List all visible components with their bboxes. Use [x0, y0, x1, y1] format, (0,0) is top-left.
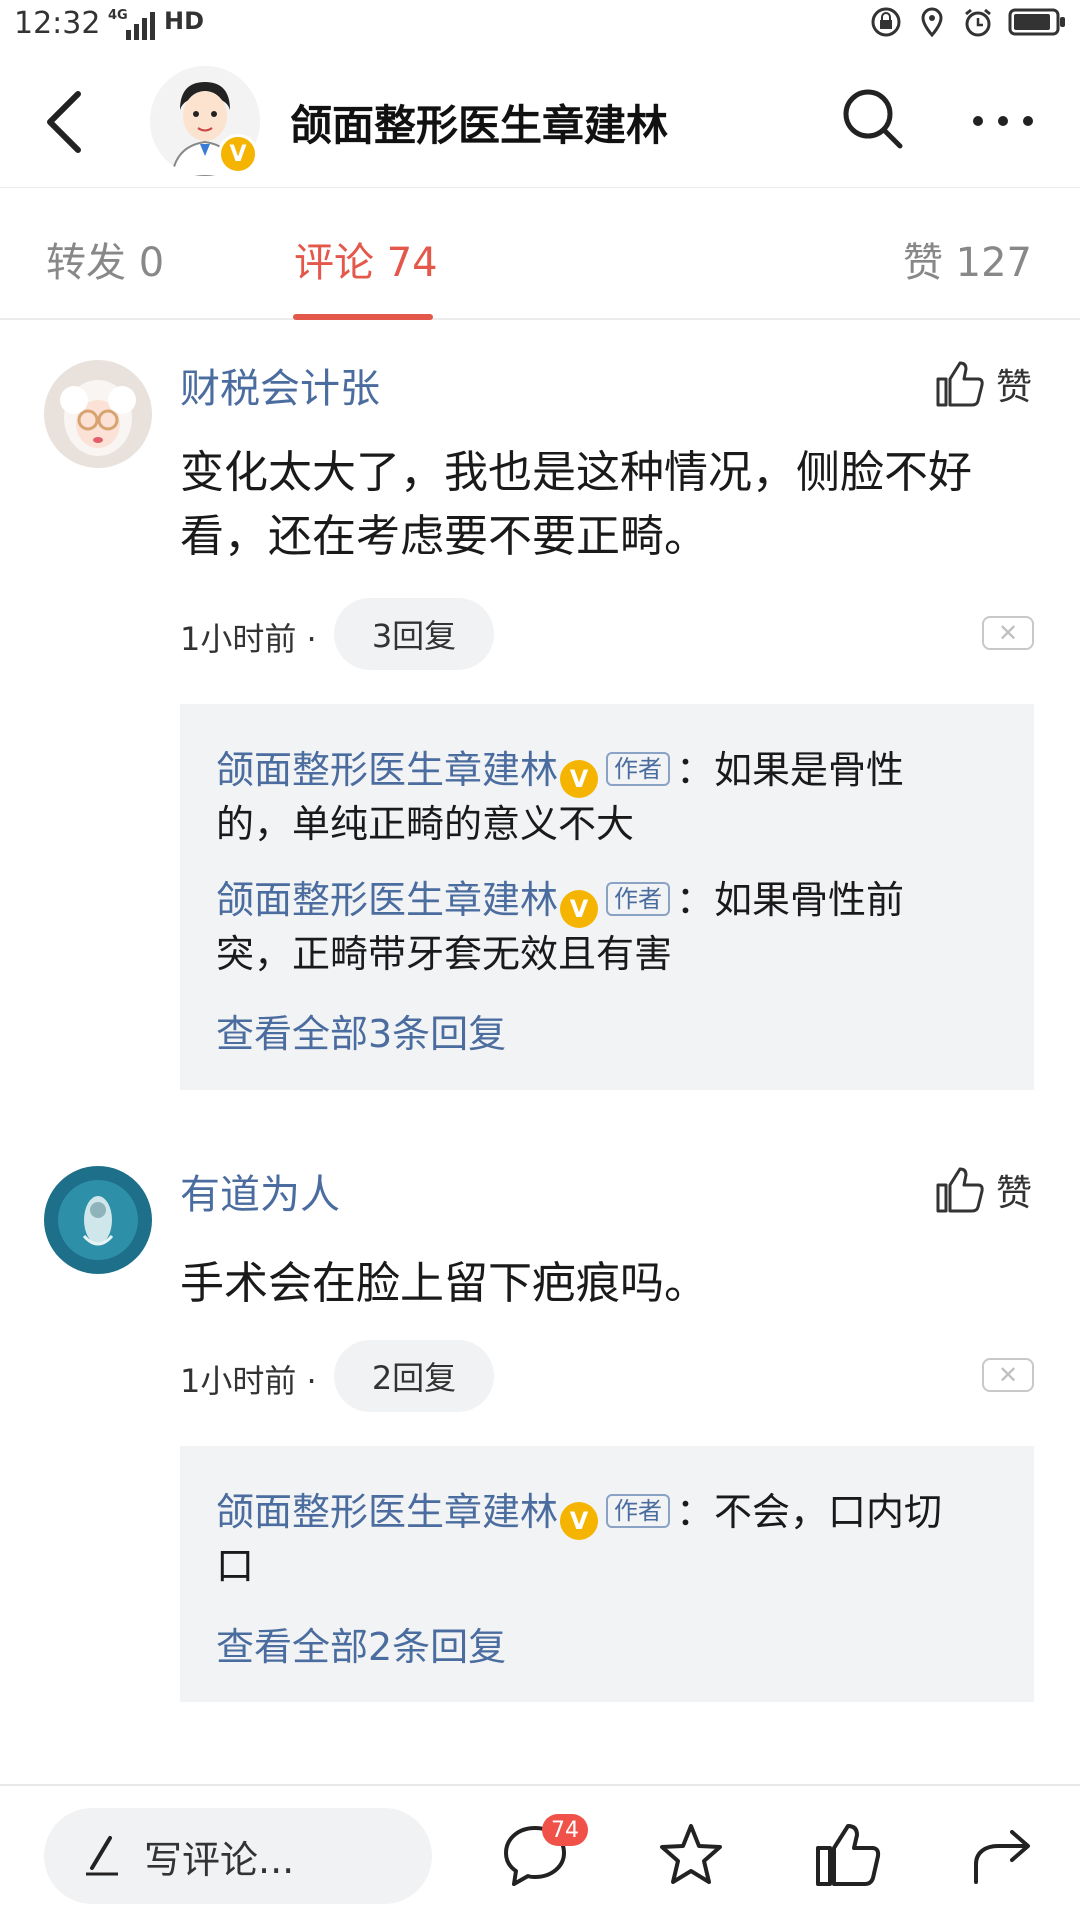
location-icon: [921, 7, 943, 38]
search-icon[interactable]: [838, 84, 908, 154]
lock-rotation-icon: [871, 7, 901, 37]
status-time: 12:32: [14, 6, 101, 41]
tab-likes[interactable]: 赞 127: [903, 230, 1032, 288]
like-label: 赞: [996, 367, 1033, 408]
thumbs-up-icon: [936, 1167, 984, 1213]
star-icon[interactable]: [656, 1820, 726, 1890]
reply-text-line: 突，正畸带牙套无效且有害: [216, 932, 673, 976]
verified-icon: V: [560, 1502, 599, 1540]
comment-text-line: 变化太大了，我也是这种情况，侧脸不好: [180, 447, 972, 498]
bottom-action-bar: 写评论... 74: [0, 1784, 1080, 1920]
active-tab-indicator: [293, 314, 433, 320]
top-header: V 颌面整形医生章建林: [0, 54, 1080, 188]
commenter-avatar[interactable]: [44, 360, 152, 468]
like-button[interactable]: 赞: [934, 358, 1032, 410]
ocean-diver-avatar-icon: [44, 1166, 152, 1274]
thumbs-up-icon: [936, 361, 984, 407]
more-options-icon[interactable]: [968, 106, 1038, 136]
reply-text-line: 口: [216, 1544, 255, 1588]
reply-count-button[interactable]: 3回复: [334, 598, 494, 670]
commenter-name[interactable]: 财税会计张: [180, 356, 380, 414]
comment-text-line: 手术会在脸上留下疤痕吗。: [180, 1258, 708, 1309]
reply-text: ：不会，口内切: [676, 1490, 943, 1534]
reply-text-line: 的，单纯正畸的意义不大: [216, 802, 635, 846]
comment-time: 1小时前 ·: [180, 1362, 317, 1400]
verified-icon: V: [560, 890, 599, 928]
view-all-replies-link[interactable]: 查看全部2条回复: [216, 1616, 506, 1671]
reply-text: ：如果骨性前: [676, 878, 905, 922]
battery-icon: [1008, 8, 1065, 36]
comment-text-line: 看，还在考虑要不要正畸。: [180, 511, 708, 562]
network-type: 4G: [108, 8, 128, 23]
tab-comments[interactable]: 评论 74: [294, 230, 438, 288]
commenter-name[interactable]: 有道为人: [180, 1162, 340, 1220]
tab-bar: 转发 0 评论 74 赞 127: [0, 188, 1080, 320]
like-label: 赞: [996, 1173, 1033, 1214]
page-title: 颌面整形医生章建林: [290, 101, 669, 150]
reply-item[interactable]: 颌面整形医生章建林 V 作者 ：不会，口内切: [216, 1486, 942, 1540]
reply-item[interactable]: 颌面整形医生章建林 V 作者 ：如果骨性前: [216, 874, 904, 928]
tab-forward[interactable]: 转发 0: [46, 230, 164, 288]
reply-text: ：如果是骨性: [676, 748, 905, 792]
reply-item[interactable]: 颌面整形医生章建林 V 作者 ：如果是骨性: [216, 744, 904, 798]
author-tag: 作者: [606, 752, 671, 786]
author-tag: 作者: [606, 882, 671, 916]
hd-indicator: HD: [164, 7, 205, 35]
like-button[interactable]: 赞: [934, 1164, 1032, 1216]
status-bar: 12:32 4G HD: [0, 0, 1080, 54]
write-comment-placeholder: 写评论...: [144, 1837, 295, 1882]
close-icon[interactable]: ✕: [982, 616, 1034, 650]
view-all-replies-link[interactable]: 查看全部3条回复: [216, 1003, 506, 1058]
author-tag: 作者: [606, 1494, 671, 1528]
thumbs-up-icon[interactable]: [812, 1820, 882, 1890]
commenter-avatar[interactable]: [44, 1166, 152, 1274]
verified-icon: V: [560, 760, 599, 798]
write-comment-input[interactable]: 写评论...: [44, 1808, 432, 1904]
comment-time: 1小时前 ·: [180, 620, 317, 658]
verified-badge: V: [218, 134, 258, 174]
signal-icon: [126, 12, 155, 40]
reply-count-button[interactable]: 2回复: [334, 1340, 494, 1412]
close-icon[interactable]: ✕: [982, 1358, 1034, 1392]
back-arrow-icon[interactable]: [38, 88, 90, 156]
reply-author-name[interactable]: 颌面整形医生章建林: [216, 748, 558, 792]
reply-author-name[interactable]: 颌面整形医生章建林: [216, 1490, 558, 1534]
girl-avatar-icon: [44, 360, 152, 468]
alarm-icon: [965, 8, 991, 37]
comment-count-badge: 74: [542, 1814, 588, 1846]
reply-author-name[interactable]: 颌面整形医生章建林: [216, 878, 558, 922]
share-icon[interactable]: [968, 1820, 1038, 1890]
pen-icon: [86, 1836, 118, 1876]
